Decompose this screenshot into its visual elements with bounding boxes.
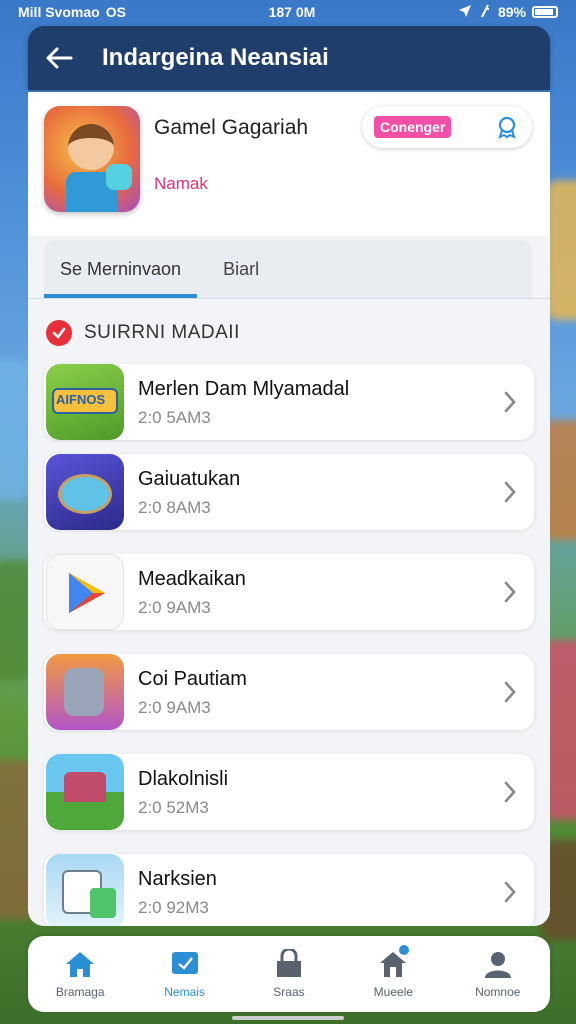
list-item[interactable]: Gaiuatukan 2:0 8AM3 (44, 454, 534, 530)
nav-notifications[interactable]: Mueele (345, 945, 441, 999)
chevron-right-icon (504, 481, 516, 503)
bottom-nav: Bramaga Nemais Sraas Mueele Nomnoe (28, 936, 550, 1012)
home-indicator[interactable] (232, 1016, 344, 1020)
item-name: Gaiuatukan (138, 468, 241, 490)
battery-percent: 89% (497, 4, 526, 20)
game-header: Gamel Gagariah Namak Conenger (28, 92, 550, 236)
item-meta: 2:0 52M3 (138, 798, 209, 817)
action-pill: Conenger (362, 106, 532, 148)
play-triangle-icon (69, 573, 105, 613)
award-icon[interactable] (494, 114, 520, 140)
section-header: SUIRRNI MADAII (46, 320, 240, 346)
chevron-right-icon (504, 391, 516, 413)
list-item[interactable]: Dlakolnisli 2:0 52M3 (44, 754, 534, 830)
battery-icon (532, 6, 558, 18)
location-icon (458, 4, 472, 21)
signal-icon (478, 4, 492, 21)
chevron-right-icon (504, 681, 516, 703)
page-title: Indargeina Neansiai (102, 44, 329, 71)
nav-home[interactable]: Bramaga (32, 949, 128, 999)
messages-icon (169, 949, 201, 979)
item-name: Coi Pautiam (138, 668, 247, 690)
back-arrow-icon (46, 47, 73, 69)
chevron-right-icon (504, 881, 516, 903)
chevron-right-icon (504, 781, 516, 803)
nav-label: Sraas (273, 985, 305, 999)
nav-label: Nomnoe (475, 985, 521, 999)
app-icon (46, 654, 124, 730)
main-card: Gamel Gagariah Namak Conenger Se Merninv… (28, 92, 550, 926)
house-notification-icon (377, 945, 410, 979)
status-right: 89% (458, 4, 558, 21)
list-item[interactable]: Coi Pautiam 2:0 9AM3 (44, 654, 534, 730)
status-left: Mill Svomao OS (18, 4, 126, 20)
section-title: SUIRRNI MADAII (84, 322, 240, 343)
divider (28, 298, 550, 299)
tab-secondary[interactable]: Biarl (207, 240, 275, 298)
app-header: Indargeina Neansiai (28, 26, 550, 90)
list-item[interactable]: Meadkaikan 2:0 9AM3 (44, 554, 534, 630)
tab-label: Se Merninvaon (60, 258, 182, 279)
status-bar: Mill Svomao OS 187 0M 89% (0, 0, 576, 24)
clock: 187 0M (268, 4, 316, 20)
item-meta: 2:0 9AM3 (138, 598, 211, 617)
nav-label: Nemais (164, 985, 205, 999)
profile-icon (482, 949, 514, 979)
tab-bar: Se Merninvaon Biarl (44, 240, 532, 298)
background-art (546, 180, 576, 320)
nav-profile[interactable]: Nomnoe (450, 949, 546, 999)
character-art (68, 124, 114, 170)
list-item[interactable]: AIFNOS Merlen Dam Mlyamadal 2:0 5AM3 (44, 364, 534, 440)
item-name: Narksien (138, 868, 217, 890)
app-icon: AIFNOS (46, 364, 124, 440)
play-store-icon (46, 554, 124, 630)
nav-store[interactable]: Sraas (241, 949, 337, 999)
game-icon[interactable] (44, 106, 140, 212)
connect-button[interactable]: Conenger (374, 116, 452, 138)
item-name: Merlen Dam Mlyamadal (138, 378, 350, 400)
chevron-right-icon (504, 581, 516, 603)
app-icon (46, 854, 124, 926)
nav-label: Bramaga (55, 985, 105, 999)
store-icon (273, 949, 305, 979)
icon-art (64, 668, 104, 716)
background-art (0, 360, 30, 500)
list-item[interactable]: Narksien 2:0 92M3 (44, 854, 534, 926)
item-meta: 2:0 92M3 (138, 898, 209, 917)
icon-art (64, 772, 106, 802)
home-icon (64, 949, 96, 979)
item-meta: 2:0 9AM3 (138, 698, 211, 717)
item-name: Meadkaikan (138, 568, 246, 590)
carrier-label: Mill Svomao (18, 4, 100, 20)
icon-art (90, 888, 116, 918)
game-title: Gamel Gagariah (154, 116, 309, 139)
game-subtitle[interactable]: Namak (154, 174, 208, 194)
logo-text: AIFNOS (56, 392, 106, 407)
item-name: Dlakolnisli (138, 768, 229, 790)
nav-messages[interactable]: Nemais (137, 949, 233, 999)
item-meta: 2:0 5AM3 (138, 408, 211, 427)
network-label: OS (105, 4, 126, 20)
tab-main[interactable]: Se Merninvaon (44, 240, 198, 298)
back-button[interactable] (42, 41, 76, 75)
nav-label: Mueele (373, 985, 414, 999)
pet-art (106, 164, 132, 190)
tab-label: Biarl (223, 258, 260, 279)
app-icon (46, 454, 124, 530)
icon-art (58, 474, 112, 514)
check-icon (46, 320, 72, 346)
item-meta: 2:0 8AM3 (138, 498, 211, 517)
app-icon (46, 754, 124, 830)
